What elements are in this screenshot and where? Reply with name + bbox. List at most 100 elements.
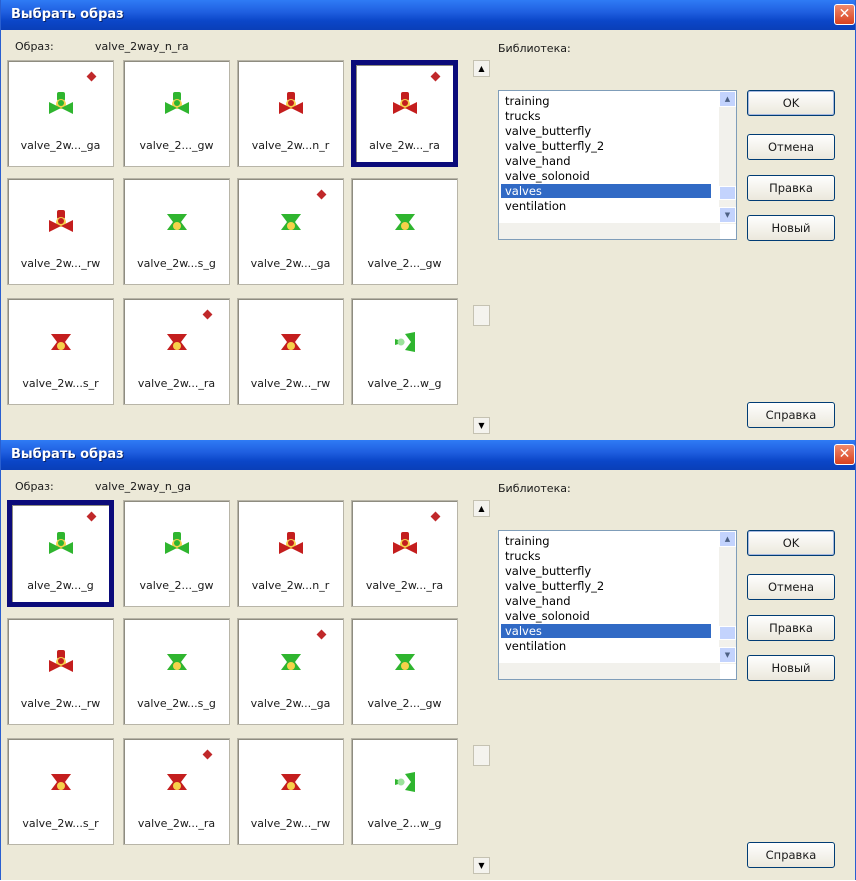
- library-item[interactable]: valves: [501, 624, 711, 638]
- arrow-down-icon: ▼: [478, 861, 485, 870]
- marker-diamond-icon: [316, 189, 327, 200]
- image-tile[interactable]: valve_2w...n_r: [237, 500, 344, 607]
- image-tile[interactable]: valve_2..._gw: [351, 618, 458, 725]
- ok-button[interactable]: OK: [747, 90, 835, 116]
- new-button[interactable]: Новый: [747, 215, 835, 241]
- image-tile[interactable]: valve_2w...s_r: [7, 298, 114, 405]
- image-tile[interactable]: valve_2w..._rw: [237, 738, 344, 845]
- library-hscrollbar[interactable]: [499, 663, 720, 679]
- library-item[interactable]: valve_hand: [505, 594, 571, 608]
- image-tile[interactable]: valve_2w...s_r: [7, 738, 114, 845]
- scroll-up-button[interactable]: ▲: [473, 500, 490, 517]
- red-valve-icon: [279, 532, 303, 554]
- image-tile[interactable]: valve_2w..._ga: [7, 60, 114, 167]
- library-hscrollbar[interactable]: [499, 223, 720, 239]
- cancel-button[interactable]: Отмена: [747, 574, 835, 600]
- edit-button[interactable]: Правка: [747, 615, 835, 641]
- image-tile[interactable]: valve_2w..._rw: [237, 298, 344, 405]
- image-tile[interactable]: valve_2..._gw: [123, 500, 230, 607]
- library-vscrollbar[interactable]: ▲ ▼: [719, 91, 736, 224]
- library-vscrollbar[interactable]: ▲ ▼: [719, 531, 736, 664]
- scroll-up-button[interactable]: ▲: [473, 60, 490, 77]
- library-item[interactable]: ventilation: [505, 199, 566, 213]
- library-item[interactable]: valve_butterfly_2: [505, 139, 604, 153]
- red-valve-icon: [49, 650, 73, 672]
- image-tile[interactable]: valve_2w..._ra: [351, 500, 458, 607]
- image-tile[interactable]: valve_2w..._ga: [237, 178, 344, 285]
- tile-caption: valve_2w...n_r: [251, 139, 330, 152]
- close-button[interactable]: ✕: [834, 4, 855, 25]
- library-item[interactable]: valves: [501, 184, 711, 198]
- scroll-thumb[interactable]: [473, 745, 490, 766]
- image-tile[interactable]: valve_2..._gw: [351, 178, 458, 285]
- help-button[interactable]: Справка: [747, 402, 835, 428]
- new-button[interactable]: Новый: [747, 655, 835, 681]
- title-bar[interactable]: Выбрать образ ✕: [1, 0, 855, 30]
- close-icon: ✕: [838, 6, 851, 22]
- library-listbox[interactable]: training trucks valve_butterfly valve_butte…: [498, 530, 737, 680]
- tile-caption: alve_2w..._ra: [369, 139, 440, 152]
- tile-caption: valve_2w...s_g: [137, 257, 216, 270]
- library-item[interactable]: training: [505, 94, 550, 108]
- tile-caption: valve_2w...n_r: [251, 579, 330, 592]
- library-scroll-up-button[interactable]: ▲: [719, 91, 736, 107]
- image-tile[interactable]: valve_2w..._ra: [123, 738, 230, 845]
- library-scroll-up-button[interactable]: ▲: [719, 531, 736, 547]
- close-button[interactable]: ✕: [834, 444, 855, 465]
- select-image-dialog: Выбрать образ ✕ Образ: valve_2way_n_ra Б…: [0, 0, 856, 440]
- image-tile[interactable]: valve_2w..._ga: [237, 618, 344, 725]
- image-tile[interactable]: valve_2w..._rw: [7, 178, 114, 285]
- tile-caption: valve_2w..._ra: [137, 817, 216, 830]
- image-tile[interactable]: alve_2w..._ra: [351, 60, 458, 167]
- help-button[interactable]: Справка: [747, 842, 835, 868]
- library-item[interactable]: valve_solonoid: [505, 609, 590, 623]
- image-tile[interactable]: valve_2w...s_g: [123, 618, 230, 725]
- library-scroll-thumb[interactable]: [719, 186, 736, 200]
- tile-caption: valve_2...w_g: [367, 817, 442, 830]
- library-item[interactable]: valve_butterfly: [505, 124, 591, 138]
- library-listbox[interactable]: training trucks valve_butterfly valve_butte…: [498, 90, 737, 240]
- marker-diamond-icon: [202, 749, 213, 760]
- image-tile[interactable]: valve_2...w_g: [351, 298, 458, 405]
- red-valve-icon: [393, 92, 417, 114]
- grid-scrollbar[interactable]: ▲ ▼: [473, 500, 491, 878]
- image-tile[interactable]: valve_2w...s_g: [123, 178, 230, 285]
- library-item[interactable]: valve_hand: [505, 154, 571, 168]
- red-valve-bowtie-icon: [167, 334, 187, 350]
- marker-diamond-icon: [202, 309, 213, 320]
- scroll-down-button[interactable]: ▼: [473, 417, 490, 434]
- library-item[interactable]: trucks: [505, 109, 541, 123]
- library-item[interactable]: valve_solonoid: [505, 169, 590, 183]
- image-tile[interactable]: valve_2...w_g: [351, 738, 458, 845]
- cancel-button[interactable]: Отмена: [747, 134, 835, 160]
- library-item[interactable]: valve_butterfly: [505, 564, 591, 578]
- scroll-thumb[interactable]: [473, 305, 490, 326]
- ok-button[interactable]: OK: [747, 530, 835, 556]
- library-item[interactable]: valve_butterfly_2: [505, 579, 604, 593]
- green-valve-side-icon: [395, 772, 415, 792]
- tile-caption: valve_2w..._rw: [20, 697, 101, 710]
- library-scroll-thumb[interactable]: [719, 626, 736, 640]
- image-tile[interactable]: alve_2w..._g: [7, 500, 114, 607]
- library-item[interactable]: trucks: [505, 549, 541, 563]
- tile-caption: valve_2..._gw: [139, 139, 214, 152]
- image-tile[interactable]: valve_2..._gw: [123, 60, 230, 167]
- scroll-down-button[interactable]: ▼: [473, 857, 490, 874]
- image-tile[interactable]: valve_2w...n_r: [237, 60, 344, 167]
- tile-caption: valve_2..._gw: [139, 579, 214, 592]
- library-label: Библиотека:: [498, 42, 571, 55]
- library-item[interactable]: ventilation: [505, 639, 566, 653]
- marker-diamond-icon: [86, 71, 97, 82]
- image-tile[interactable]: valve_2w..._rw: [7, 618, 114, 725]
- library-item[interactable]: training: [505, 534, 550, 548]
- title-bar[interactable]: Выбрать образ ✕: [1, 440, 855, 470]
- tile-caption: alve_2w..._g: [27, 579, 94, 592]
- library-scroll-down-button[interactable]: ▼: [719, 207, 736, 223]
- edit-button[interactable]: Правка: [747, 175, 835, 201]
- grid-scrollbar[interactable]: ▲ ▼: [473, 60, 491, 438]
- marker-diamond-icon: [430, 71, 441, 82]
- green-valve-bowtie-icon: [167, 654, 187, 670]
- library-scroll-down-button[interactable]: ▼: [719, 647, 736, 663]
- image-tile[interactable]: valve_2w..._ra: [123, 298, 230, 405]
- green-valve-icon: [49, 92, 73, 114]
